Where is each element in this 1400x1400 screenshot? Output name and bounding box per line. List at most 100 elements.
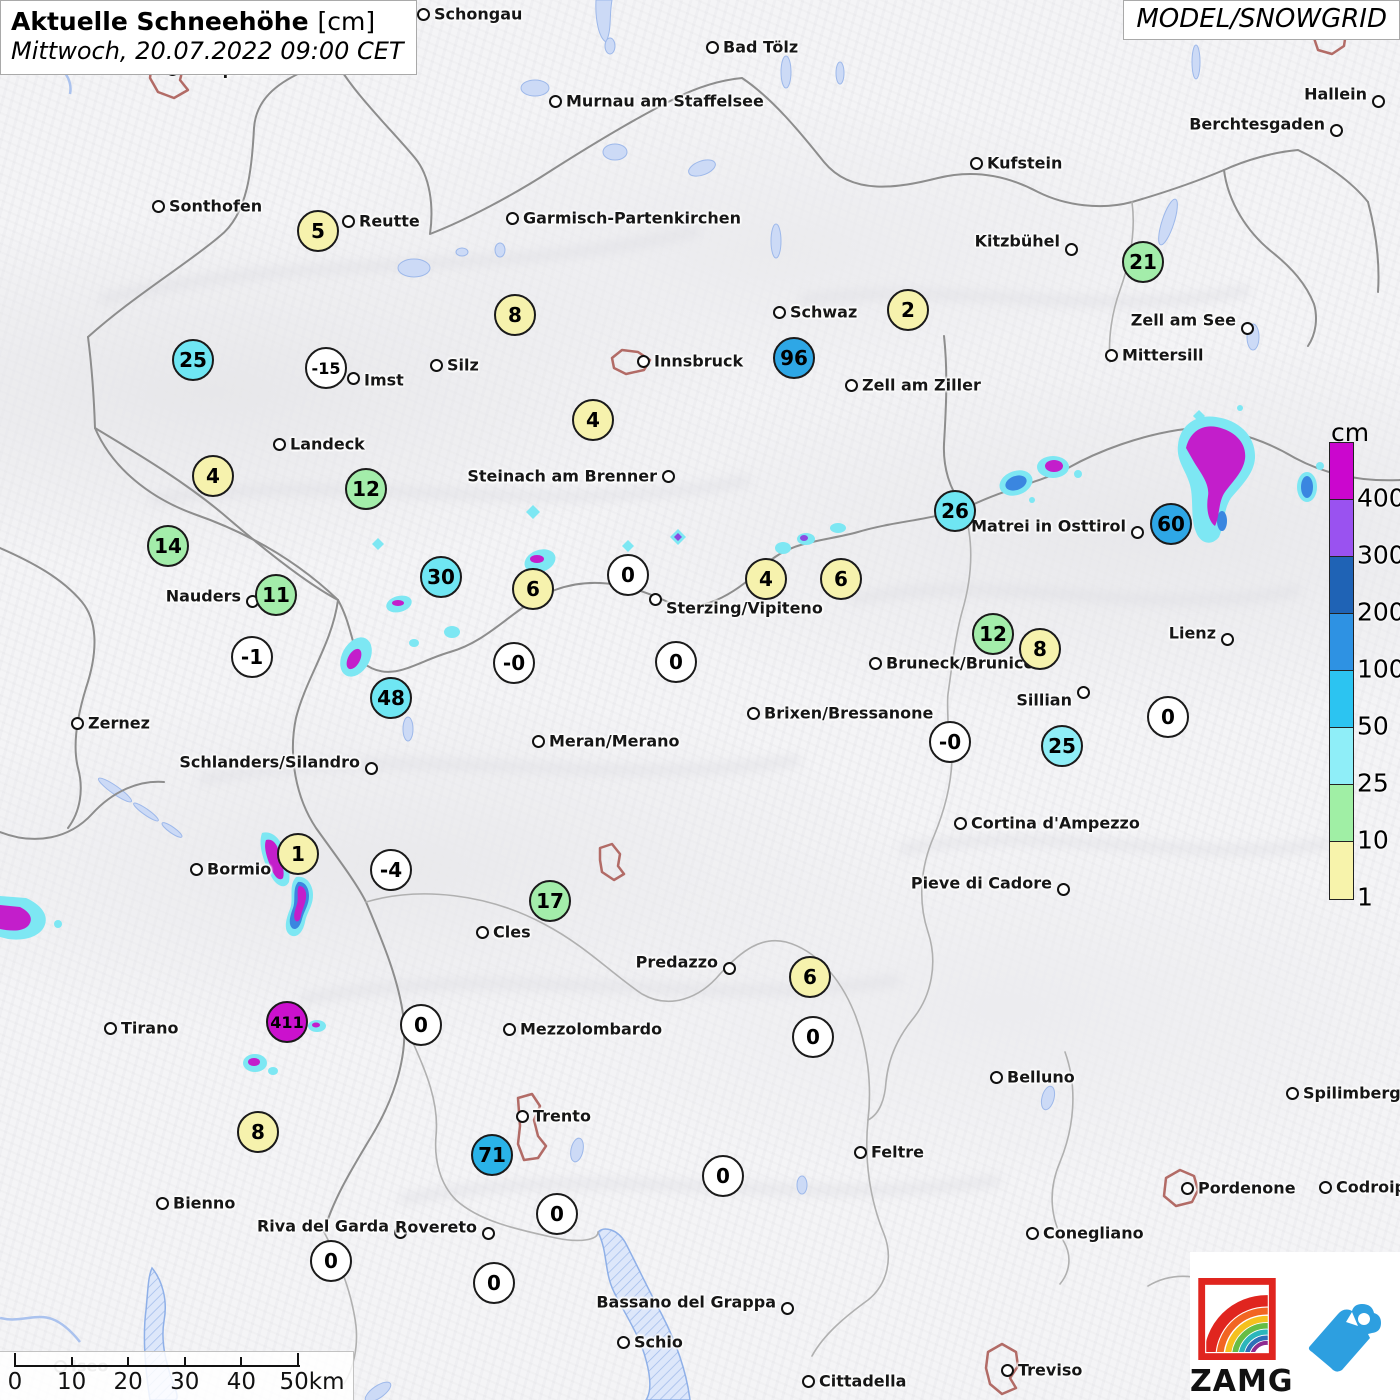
city-marker <box>189 862 203 876</box>
city-label: Cles <box>493 922 531 942</box>
city-label: Treviso <box>1018 1360 1083 1380</box>
map-subtitle: Mittwoch, 20.07.2022 09:00 CET <box>11 37 404 65</box>
city-marker <box>475 925 489 939</box>
station-value-marker: 4 <box>572 399 614 441</box>
city-label: Matrei in Osttirol <box>971 516 1126 536</box>
city-marker <box>636 354 650 368</box>
city-label: Meran/Merano <box>549 731 680 751</box>
station-value-marker: 0 <box>655 641 697 683</box>
city-marker <box>502 1022 516 1036</box>
city-label: Cittadella <box>819 1371 907 1391</box>
title-box: Aktuelle Schneehöhe [cm] Mittwoch, 20.07.… <box>0 0 417 75</box>
city-label: Schwaz <box>790 302 858 322</box>
legend-threshold-label: 200 <box>1357 597 1400 627</box>
legend-threshold-label: 100 <box>1357 654 1400 684</box>
city-marker <box>953 816 967 830</box>
city-label: Garmisch-Partenkirchen <box>523 208 742 228</box>
city-marker <box>853 1145 867 1159</box>
city-label: Sillian <box>1016 690 1072 710</box>
city-label: Landeck <box>290 434 365 454</box>
station-value-marker: 25 <box>1041 725 1083 767</box>
legend-color-segment <box>1330 443 1353 500</box>
city-marker <box>70 716 84 730</box>
city-marker <box>772 305 786 319</box>
city-marker <box>341 214 355 228</box>
city-label: Schio <box>634 1332 683 1352</box>
station-value-marker: 21 <box>1122 241 1164 283</box>
city-label: Conegliano <box>1043 1223 1144 1243</box>
scale-bar-tick <box>183 1357 186 1367</box>
scale-bar-tick <box>14 1353 16 1367</box>
station-value-marker: 1 <box>277 833 319 875</box>
city-label: Belluno <box>1007 1067 1075 1087</box>
legend-color-segment <box>1330 728 1353 785</box>
city-label: Bienno <box>173 1193 236 1213</box>
city-marker <box>481 1226 495 1240</box>
station-value-marker: -0 <box>929 721 971 763</box>
station-value-marker: 11 <box>255 574 297 616</box>
city-marker <box>346 371 360 385</box>
city-label: Reutte <box>359 211 420 231</box>
station-value-marker: 26 <box>934 490 976 532</box>
station-value-marker: 8 <box>1019 628 1061 670</box>
scale-bar-label: 50km <box>279 1369 345 1395</box>
city-marker <box>1064 242 1078 256</box>
city-label: Schlanders/Silandro <box>179 752 360 772</box>
scale-bar-label: 0 <box>7 1369 23 1395</box>
station-value-marker: 0 <box>310 1240 352 1282</box>
city-marker <box>868 656 882 670</box>
station-value-marker: 0 <box>400 1004 442 1046</box>
city-marker <box>1076 685 1090 699</box>
city-marker <box>1180 1181 1194 1195</box>
model-label: MODEL/SNOWGRID <box>1123 0 1400 40</box>
city-marker <box>103 1021 117 1035</box>
city-marker <box>1318 1180 1332 1194</box>
city-label: Nauders <box>165 586 241 606</box>
map-title-unit: [cm] <box>317 7 376 36</box>
station-value-marker: 0 <box>536 1193 578 1235</box>
city-label: Silz <box>447 355 479 375</box>
station-value-marker: -15 <box>305 347 347 389</box>
station-value-marker: 0 <box>792 1016 834 1058</box>
station-value-marker: 71 <box>471 1134 513 1176</box>
city-label: Cortina d'Ampezzo <box>971 813 1140 833</box>
station-value-marker: -1 <box>231 636 273 678</box>
station-value-marker: 60 <box>1150 503 1192 545</box>
city-label: Mezzolombardo <box>520 1019 663 1039</box>
city-label: Bormio <box>207 859 272 879</box>
legend-threshold-label: 10 <box>1357 825 1389 855</box>
city-marker <box>416 7 430 21</box>
city-label: Lienz <box>1168 623 1216 643</box>
city-label: Brixen/Bressanone <box>764 703 934 723</box>
city-label: Bad Tölz <box>723 37 799 57</box>
scale-bar-line <box>15 1365 300 1367</box>
scale-bar-tick <box>297 1353 299 1367</box>
station-value-marker: 14 <box>147 525 189 567</box>
city-marker <box>722 961 736 975</box>
city-marker <box>1000 1363 1014 1377</box>
city-marker <box>801 1374 815 1388</box>
city-marker <box>505 211 519 225</box>
station-value-marker: 6 <box>820 558 862 600</box>
city-marker <box>1130 525 1144 539</box>
city-marker <box>844 378 858 392</box>
legend-color-segment <box>1330 557 1353 614</box>
city-label: Steinach am Brenner <box>467 466 657 486</box>
city-marker <box>515 1109 529 1123</box>
city-marker <box>1025 1226 1039 1240</box>
city-label: Zernez <box>88 713 150 733</box>
city-label: Trento <box>533 1106 591 1126</box>
city-marker <box>272 437 286 451</box>
legend-threshold-label: 400 <box>1357 483 1400 513</box>
avalanche-report-logo <box>1308 1304 1381 1372</box>
scale-bar-label: 10 <box>56 1369 87 1395</box>
station-value-marker: 17 <box>529 880 571 922</box>
city-marker <box>661 469 675 483</box>
legend-colorbar <box>1329 442 1354 900</box>
city-label: Murnau am Staffelsee <box>566 91 764 111</box>
scale-bar: 0 10 20 30 40 50km <box>0 1351 354 1400</box>
station-value-marker: 8 <box>237 1111 279 1153</box>
station-value-marker: 48 <box>370 677 412 719</box>
city-marker <box>705 40 719 54</box>
station-value-marker: 5 <box>297 210 339 252</box>
